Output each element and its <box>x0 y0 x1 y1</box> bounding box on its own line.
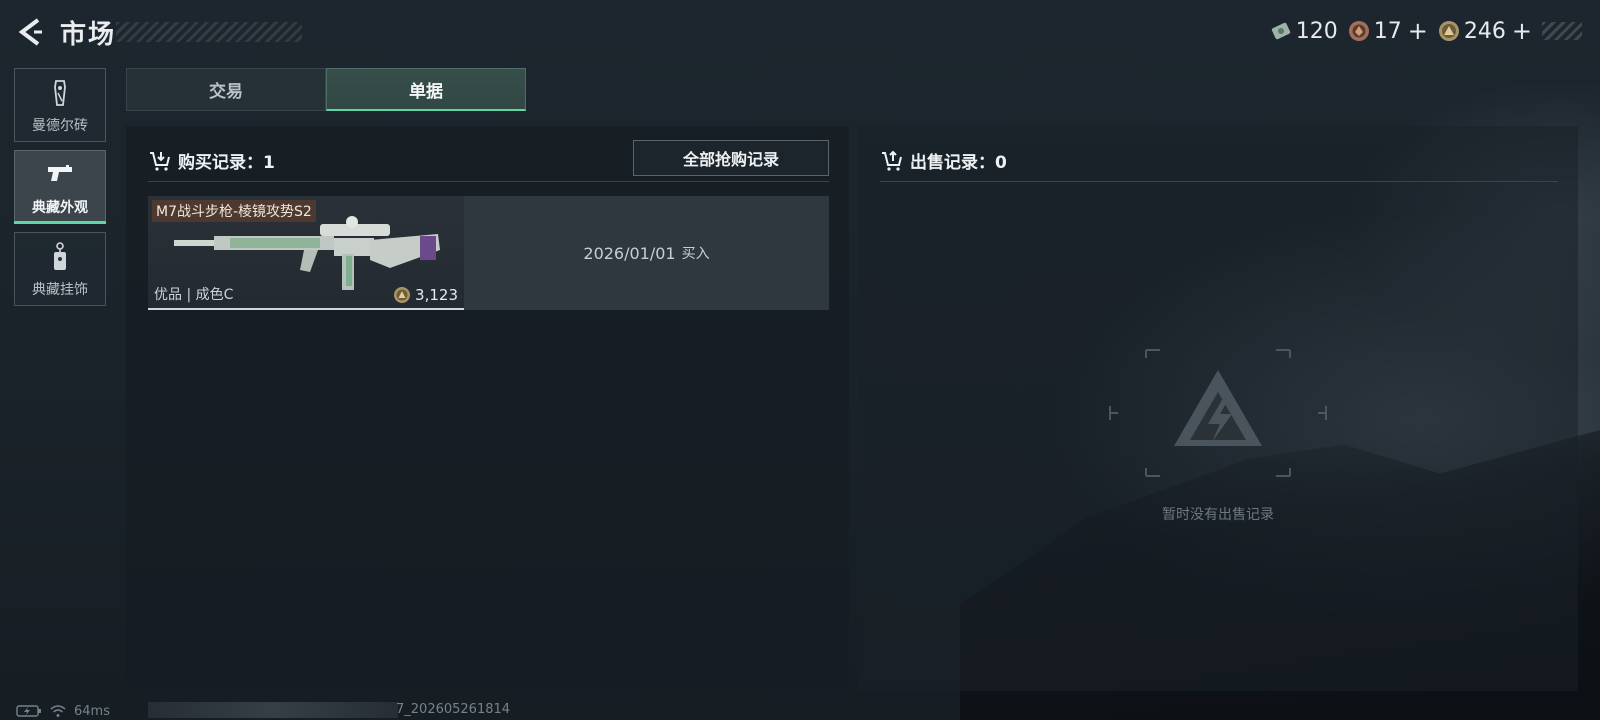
wifi-icon <box>50 705 66 717</box>
add-gold-button[interactable]: + <box>1512 17 1532 45</box>
bronze-token-icon <box>1348 21 1369 41</box>
empty-state-logo-icon <box>1109 349 1327 477</box>
back-arrow-icon <box>18 18 42 46</box>
all-flash-purchase-records-button[interactable]: 全部抢购记录 <box>633 140 829 176</box>
purchase-records-header: 购买记录：1 全部抢购记录 <box>148 140 829 182</box>
page-title: 市场 <box>60 20 117 50</box>
tab-orders[interactable]: 单据 <box>326 68 526 111</box>
sale-records-header: 出售记录：0 <box>880 140 1558 182</box>
pistol-icon <box>48 165 72 181</box>
mandel-brick-icon <box>54 80 66 106</box>
record-info: 2026/01/01 买入 <box>464 196 829 310</box>
currency-bronze[interactable]: 17 + <box>1348 17 1428 45</box>
record-date: 2026/01/01 <box>583 243 676 263</box>
item-price: 3,123 <box>393 286 458 304</box>
rifle-image <box>174 216 440 290</box>
sidebar-item-label: 典藏外观 <box>32 200 88 216</box>
sale-records-panel: 出售记录：0 暂时没有出售记录 <box>858 126 1578 691</box>
tab-bar: 交易 单据 <box>126 68 526 111</box>
gold-coin-icon <box>1438 21 1459 41</box>
tab-trade[interactable]: 交易 <box>126 68 326 111</box>
currency-decoration <box>1542 22 1582 40</box>
build-id: 7_202605261814 <box>396 702 511 717</box>
purchase-records-title: 购买记录：1 <box>178 153 275 173</box>
empty-state-text: 暂时没有出售记录 <box>1162 507 1274 523</box>
record-action: 买入 <box>681 246 710 262</box>
sidebar-item-collection-skins[interactable]: 典藏外观 <box>14 150 106 224</box>
sidebar-item-collection-charms[interactable]: 典藏挂饰 <box>14 232 106 306</box>
currency-bar: 120 17 + 246 + <box>1270 16 1582 46</box>
category-sidebar: 曼德尔砖 典藏外观 典藏挂饰 <box>14 68 106 314</box>
sidebar-item-mandel-brick[interactable]: 曼德尔砖 <box>14 68 106 142</box>
battery-icon <box>16 705 41 717</box>
build-id-redacted <box>148 702 398 718</box>
ping-value: 64ms <box>74 703 110 719</box>
cart-upload-icon <box>882 150 902 171</box>
cart-download-icon <box>150 151 170 171</box>
currency-gold-value: 246 <box>1463 18 1506 44</box>
back-button[interactable] <box>14 16 46 48</box>
sale-records-title: 出售记录：0 <box>910 153 1007 173</box>
item-price-value: 3,123 <box>415 286 458 304</box>
currency-bronze-value: 17 <box>1373 18 1402 44</box>
purchase-record-row[interactable]: M7战斗步枪-棱镜攻势S2 优品 | 成色C 3,123 2026/01/01 … <box>148 196 829 310</box>
currency-cash-value: 120 <box>1295 18 1338 44</box>
currency-gold[interactable]: 246 + <box>1438 17 1532 45</box>
sidebar-item-label: 典藏挂饰 <box>32 282 88 298</box>
currency-cash[interactable]: 120 <box>1270 19 1338 44</box>
cash-icon <box>1271 22 1290 40</box>
item-card[interactable]: M7战斗步枪-棱镜攻势S2 优品 | 成色C 3,123 <box>148 196 464 310</box>
item-grade: 优品 | 成色C <box>154 287 234 303</box>
purchase-records-panel: 购买记录：1 全部抢购记录 M7战斗步枪-棱镜攻势S2 优品 | 成色C 3,1… <box>126 126 849 691</box>
gold-coin-icon <box>394 287 411 303</box>
charm-tag-icon <box>54 242 66 270</box>
status-bar: 64ms <box>16 702 110 720</box>
title-decoration <box>116 22 302 42</box>
sidebar-item-label: 曼德尔砖 <box>32 118 88 134</box>
add-bronze-button[interactable]: + <box>1408 17 1428 45</box>
header: 市场 120 17 + 246 + <box>0 0 1600 64</box>
item-name: M7战斗步枪-棱镜攻势S2 <box>152 200 316 222</box>
